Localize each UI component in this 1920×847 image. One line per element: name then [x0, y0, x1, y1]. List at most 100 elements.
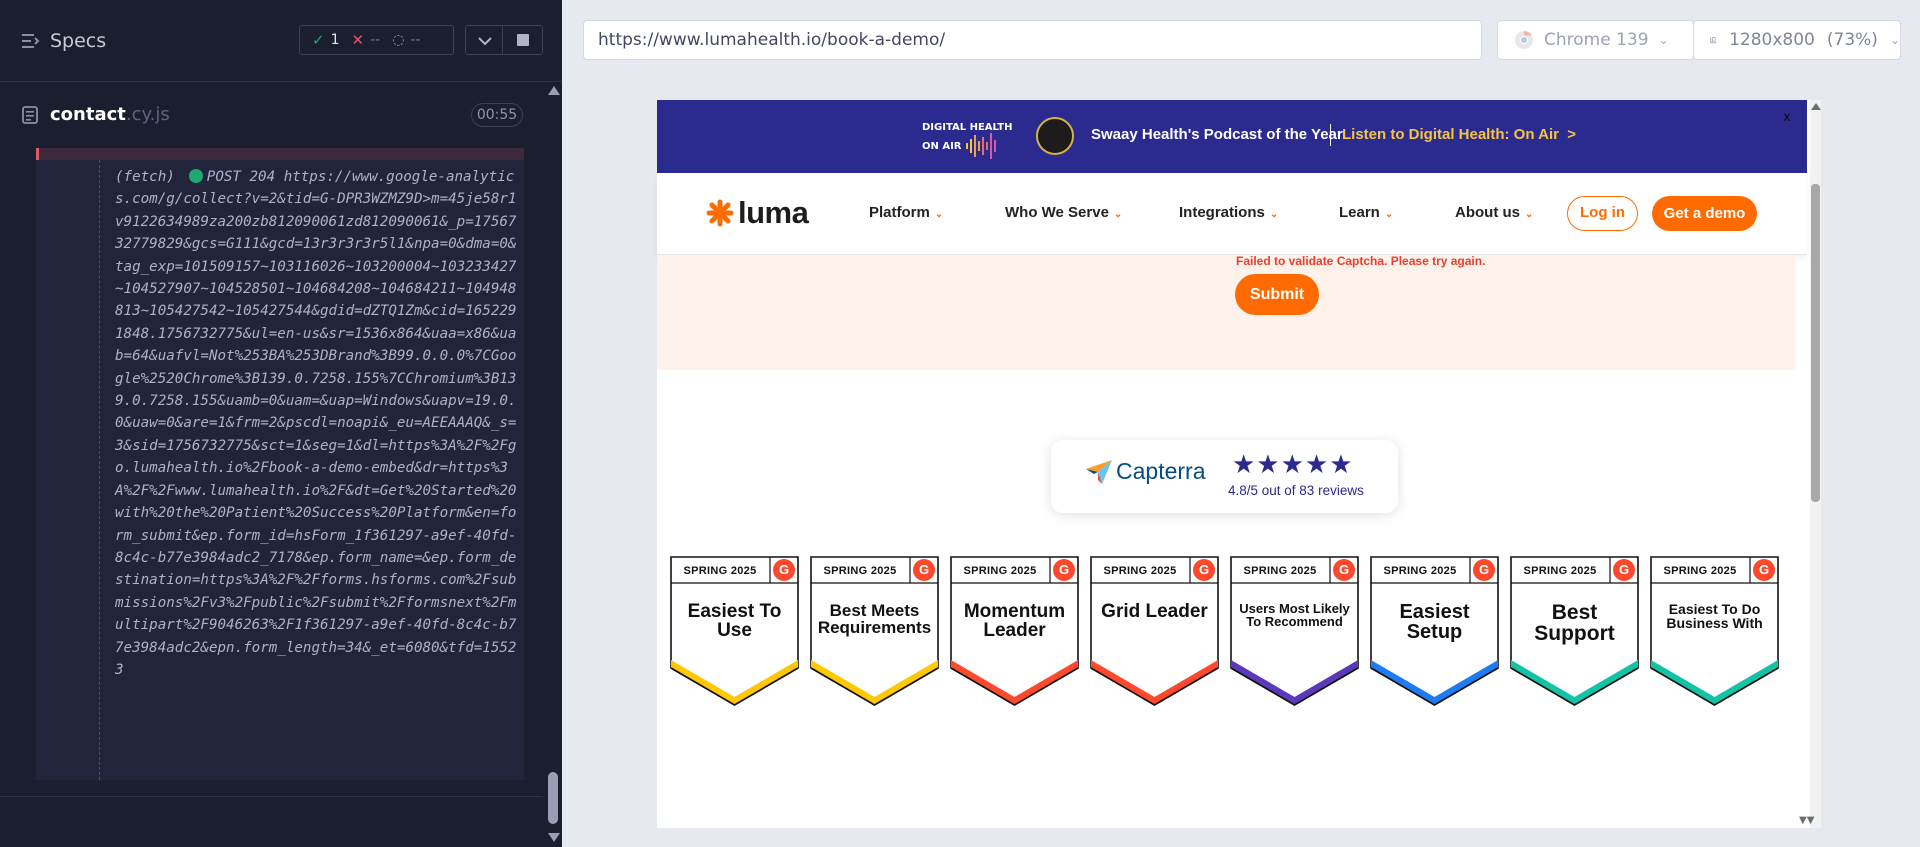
announcement-text: Swaay Health's Podcast of the Year: [1091, 126, 1343, 143]
fetch-log-entry[interactable]: (fetch) POST 204 https://www.google-analy…: [115, 166, 517, 681]
nav-who-we-serve[interactable]: Who We Serve ⌄: [1005, 204, 1122, 221]
g2-badge[interactable]: G SPRING 2025 Grid Leader: [1090, 556, 1219, 706]
test-stats: ✓ 1 ✕ -- ◌ --: [299, 25, 454, 55]
g2-logo-icon: G: [1193, 559, 1215, 581]
specs-title[interactable]: Specs: [50, 30, 106, 52]
rating-summary: 4.8/5 out of 83 reviews: [1228, 483, 1364, 498]
badge-season: SPRING 2025: [1383, 565, 1457, 577]
get-a-demo-button[interactable]: Get a demo: [1652, 196, 1757, 231]
failed-stat: ✕ --: [340, 31, 381, 49]
g2-badge[interactable]: G SPRING 2025 Best Support: [1510, 556, 1639, 706]
file-icon: [22, 106, 38, 124]
stop-button[interactable]: [502, 25, 543, 55]
g2-logo-icon: G: [773, 559, 795, 581]
g2-logo-icon: G: [1333, 559, 1355, 581]
luma-star-icon: [706, 199, 734, 227]
g2-logo-icon: G: [913, 559, 935, 581]
viewport-selector[interactable]: 1280x800 (73%) ⌄: [1693, 20, 1901, 60]
badge-title: Easiest To Do Business With: [1666, 601, 1763, 632]
chrome-icon: [1515, 30, 1533, 49]
logo-line2: ON AIR: [922, 140, 962, 152]
stop-icon: [517, 34, 529, 46]
g2-badge[interactable]: G SPRING 2025 Easiest To Do Business With: [1650, 556, 1779, 706]
browser-selector[interactable]: Chrome 139 ⌄: [1497, 20, 1694, 60]
pending-count: --: [410, 32, 421, 48]
scroll-up-icon[interactable]: [548, 86, 560, 95]
chevron-down-icon: ⌄: [1269, 209, 1279, 220]
scroll-thumb[interactable]: [548, 772, 558, 824]
collapse-button[interactable]: [465, 25, 503, 55]
scroll-down-icon[interactable]: ▼▼: [1799, 815, 1814, 826]
viewport-size: 1280x800: [1729, 30, 1815, 50]
spec-filename: contact: [50, 104, 126, 125]
nav-label: Platform: [869, 204, 930, 221]
passed-stat: ✓ 1: [300, 31, 340, 49]
aut-scroll-thumb[interactable]: [1811, 184, 1820, 502]
badge-title: Easiest To Use: [687, 601, 782, 642]
pending-stat: ◌ --: [380, 32, 420, 48]
g2-badge[interactable]: G SPRING 2025 Best Meets Requirements: [810, 556, 939, 706]
badge-title: Momentum Leader: [963, 601, 1066, 642]
badge-season: SPRING 2025: [963, 565, 1037, 577]
login-button[interactable]: Log in: [1567, 196, 1638, 231]
g2-badge[interactable]: G SPRING 2025 Momentum Leader: [950, 556, 1079, 706]
badge-title: Grid Leader: [1101, 601, 1208, 622]
command-log[interactable]: (fetch) POST 204 https://www.google-analy…: [36, 148, 524, 780]
nav-label: About us: [1455, 204, 1520, 221]
badge-season: SPRING 2025: [823, 565, 897, 577]
chevron-down-icon: ⌄: [1525, 209, 1534, 220]
badge-season: SPRING 2025: [1243, 565, 1317, 577]
failed-command-strip: [36, 148, 524, 160]
demo-form-section: [657, 255, 1795, 370]
luma-logo[interactable]: luma: [706, 195, 809, 230]
log-method: POST 204: [206, 169, 276, 185]
g2-badge[interactable]: G SPRING 2025 Users Most Likely To Recomme…: [1230, 556, 1359, 706]
check-icon: ✓: [312, 31, 325, 49]
g2-logo-icon: G: [1753, 559, 1775, 581]
award-badge-icon: [1036, 117, 1074, 155]
announcement-divider: [1330, 124, 1331, 146]
digital-health-on-air-logo: DIGITAL HEALTH ON AIR: [922, 122, 1016, 159]
spec-extension: .cy.js: [125, 104, 170, 125]
nav-label: Who We Serve: [1005, 204, 1109, 221]
nav-learn[interactable]: Learn ⌄: [1339, 204, 1393, 221]
log-scrollbar[interactable]: [543, 82, 562, 847]
capterra-logo: Capterra: [1086, 458, 1205, 485]
badge-season: SPRING 2025: [1523, 565, 1597, 577]
nav-about-us[interactable]: About us ⌄: [1455, 204, 1533, 221]
announcement-link[interactable]: Listen to Digital Health: On Air >: [1342, 126, 1576, 143]
nav-platform[interactable]: Platform ⌄: [869, 204, 943, 221]
brand-name: luma: [738, 195, 809, 230]
specs-list-icon[interactable]: [22, 33, 40, 49]
scroll-down-icon[interactable]: [548, 833, 560, 842]
close-icon[interactable]: x: [1783, 110, 1791, 125]
capterra-arrow-icon: [1086, 459, 1112, 484]
badge-season: SPRING 2025: [1103, 565, 1177, 577]
badge-title: Users Most Likely To Recommend: [1239, 601, 1350, 630]
spec-name[interactable]: contact.cy.js: [50, 104, 170, 125]
scroll-up-icon[interactable]: [1811, 103, 1821, 110]
g2-logo-icon: G: [1053, 559, 1075, 581]
chevron-right-icon: >: [1567, 126, 1577, 143]
star-rating-icon: ★★★★★: [1232, 450, 1354, 480]
spec-duration: 00:55: [471, 103, 523, 127]
chevron-down-icon: [478, 37, 492, 46]
logo-line1: DIGITAL HEALTH: [922, 122, 1013, 133]
browser-name: Chrome 139: [1544, 30, 1649, 50]
failed-count: --: [370, 32, 381, 48]
submit-button[interactable]: Submit: [1235, 274, 1319, 315]
cypress-runner-panel: Specs ✓ 1 ✕ -- ◌ -- contact.cy.js 00:55 …: [0, 0, 562, 847]
badge-title: Easiest Setup: [1399, 601, 1470, 644]
g2-badge[interactable]: G SPRING 2025 Easiest Setup: [1370, 556, 1499, 706]
chevron-down-icon: ⌄: [1113, 209, 1123, 220]
badge-season: SPRING 2025: [683, 565, 757, 577]
capterra-brand: Capterra: [1116, 458, 1206, 484]
g2-logo-icon: G: [1613, 559, 1635, 581]
url-bar[interactable]: https://www.lumahealth.io/book-a-demo/: [583, 20, 1482, 60]
nav-integrations[interactable]: Integrations ⌄: [1179, 204, 1278, 221]
badge-season: SPRING 2025: [1663, 565, 1737, 577]
g2-badge[interactable]: G SPRING 2025 Easiest To Use: [670, 556, 799, 706]
viewport-icon: [1710, 37, 1717, 44]
divider: [0, 796, 543, 797]
log-prefix: (fetch): [115, 169, 175, 185]
